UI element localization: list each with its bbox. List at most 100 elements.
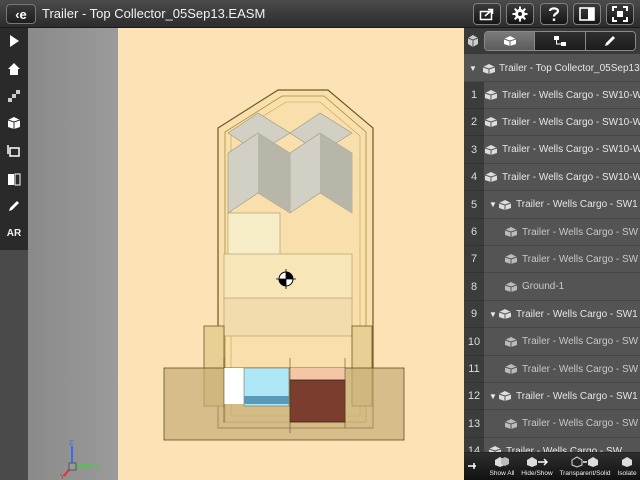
tree-row[interactable]: Ground-1	[484, 274, 640, 301]
isolate-icon	[622, 457, 632, 467]
isolate-label: Isolate	[617, 470, 637, 477]
settings-button[interactable]	[506, 3, 534, 25]
tree-row-label: Trailer - Wells Cargo - SW	[522, 336, 639, 348]
component-tree-panel: ▼ Trailer - Top Collector_05Sep13 123456…	[464, 28, 640, 480]
ar-tool[interactable]: AR	[0, 220, 28, 246]
share-icon	[479, 8, 494, 21]
model-viewport[interactable]: X Z Y	[28, 28, 464, 480]
tree-row-label: Ground-1	[522, 281, 565, 293]
row-number: 8	[464, 274, 484, 301]
fullscreen-button[interactable]	[606, 3, 634, 25]
views-tool[interactable]	[0, 110, 28, 136]
tree-row-label: Trailer - Wells Cargo - SW10-W	[502, 89, 640, 101]
isolate-button[interactable]: Isolate	[614, 455, 640, 480]
tree-row[interactable]: Trailer - Wells Cargo - SW10-W	[484, 164, 640, 192]
tree-row[interactable]: Trailer - Wells Cargo - SW	[484, 329, 640, 356]
part-icon	[504, 364, 518, 374]
row-number: 2	[464, 109, 484, 137]
row-number: 13	[464, 411, 484, 438]
tree-row[interactable]: Trailer - Wells Cargo - SW	[484, 411, 640, 438]
row-number: 4	[464, 164, 484, 192]
share-button[interactable]	[473, 3, 501, 25]
row-number: 6	[464, 219, 484, 246]
tree-root-row[interactable]: ▼ Trailer - Top Collector_05Sep13	[464, 56, 640, 82]
transparent-solid-icon	[571, 456, 598, 468]
row-number: 3	[464, 137, 484, 164]
tree-row-label: Trailer - Wells Cargo - SW1	[516, 199, 638, 211]
tree-row-label: Trailer - Wells Cargo - SW	[522, 253, 639, 265]
ar-label: AR	[6, 227, 22, 239]
views-icon	[7, 117, 21, 129]
tab-markup[interactable]	[585, 32, 635, 50]
pin-button[interactable]	[466, 461, 478, 480]
tree-row[interactable]: Trailer - Wells Cargo - SW10-W	[484, 137, 640, 164]
transparent-solid-button[interactable]: Transparent/Solid	[556, 455, 614, 480]
expand-caret-icon[interactable]: ▼	[488, 200, 498, 209]
row-number: 10	[464, 329, 484, 356]
assembly-icon	[482, 63, 496, 74]
tree-row[interactable]: Trailer - Wells Cargo - SW10-W	[484, 82, 640, 109]
measure-icon	[7, 145, 20, 157]
collapse-caret-icon[interactable]: ▼	[464, 64, 482, 73]
tab-configurations[interactable]	[535, 32, 586, 50]
tab-components[interactable]	[485, 32, 536, 50]
tree-row[interactable]: ▼ Trailer - Wells Cargo - SW1	[484, 383, 640, 411]
triad-y-label: Y	[60, 474, 65, 480]
bottom-toolbar: Show All Hide/Show Transparent/Solid Iso…	[464, 452, 640, 480]
tree-row-label: Trailer - Wells Cargo - SW10-W	[502, 144, 640, 156]
section-icon	[8, 173, 21, 186]
tree-root-label: Trailer - Top Collector_05Sep13	[499, 63, 640, 74]
measure-tool[interactable]	[0, 138, 28, 164]
collapse-panel-icon[interactable]	[466, 34, 480, 48]
row-number: 11	[464, 356, 484, 383]
help-button[interactable]	[540, 3, 568, 25]
tree-row[interactable]: Trailer - Wells Cargo - SW10-W	[484, 109, 640, 137]
expand-caret-icon[interactable]: ▼	[488, 392, 498, 401]
show-all-button[interactable]: Show All	[484, 455, 520, 480]
assembly-icon	[484, 117, 498, 128]
section-tool[interactable]	[0, 166, 28, 192]
tree-row[interactable]: ▼ Trailer - Wells Cargo - SW1	[484, 192, 640, 219]
app-logo-label: ‹e	[15, 6, 27, 22]
part-icon	[504, 254, 518, 265]
help-icon	[548, 7, 560, 21]
panel-tab-bar	[464, 28, 640, 54]
markup-tool[interactable]	[0, 193, 28, 219]
fullscreen-icon	[612, 6, 628, 22]
tree-row[interactable]: Trailer - Wells Cargo - SW	[484, 219, 640, 246]
assembly-icon	[484, 172, 498, 183]
tree-row-label: Trailer - Wells Cargo - SW10-W	[502, 171, 640, 183]
home-tool[interactable]	[0, 56, 28, 82]
panel-layout-icon	[579, 7, 595, 21]
hide-show-label: Hide/Show	[521, 470, 553, 477]
layout-button[interactable]	[573, 3, 601, 25]
tree-row[interactable]: ▼ Trailer - Wells Cargo - SW1	[484, 301, 640, 329]
assembly-icon	[484, 144, 498, 155]
hide-show-icon	[527, 457, 548, 467]
assembly-icon	[498, 199, 512, 210]
tree-row-label: Trailer - Wells Cargo - SW	[522, 418, 639, 430]
triad-x-label: X	[96, 464, 101, 471]
document-title: Trailer - Top Collector_05Sep13.EASM	[42, 6, 266, 21]
tree-row[interactable]: Trailer - Wells Cargo - SW	[484, 246, 640, 274]
app-menu-button[interactable]: ‹e	[6, 4, 36, 24]
row-number: 7	[464, 246, 484, 274]
explode-tool[interactable]	[0, 83, 28, 109]
tree-row-label: Trailer - Wells Cargo - SW	[522, 363, 639, 375]
pencil-icon	[9, 201, 19, 211]
tree-row-label: Trailer - Wells Cargo - SW1	[516, 390, 638, 402]
assembly-icon	[498, 309, 512, 320]
play-icon	[10, 35, 19, 47]
pencil-icon	[605, 36, 616, 46]
explode-icon	[8, 90, 20, 102]
expand-caret-icon[interactable]: ▼	[488, 310, 498, 319]
part-icon	[504, 281, 518, 292]
transparent-solid-label: Transparent/Solid	[559, 470, 611, 477]
hide-show-button[interactable]: Hide/Show	[520, 455, 554, 480]
assembly-icon	[484, 90, 498, 100]
row-number: 5	[464, 192, 484, 219]
play-tool[interactable]	[0, 28, 28, 54]
home-icon	[8, 63, 20, 75]
tree-row[interactable]: Trailer - Wells Cargo - SW	[484, 356, 640, 383]
components-icon	[503, 36, 516, 46]
